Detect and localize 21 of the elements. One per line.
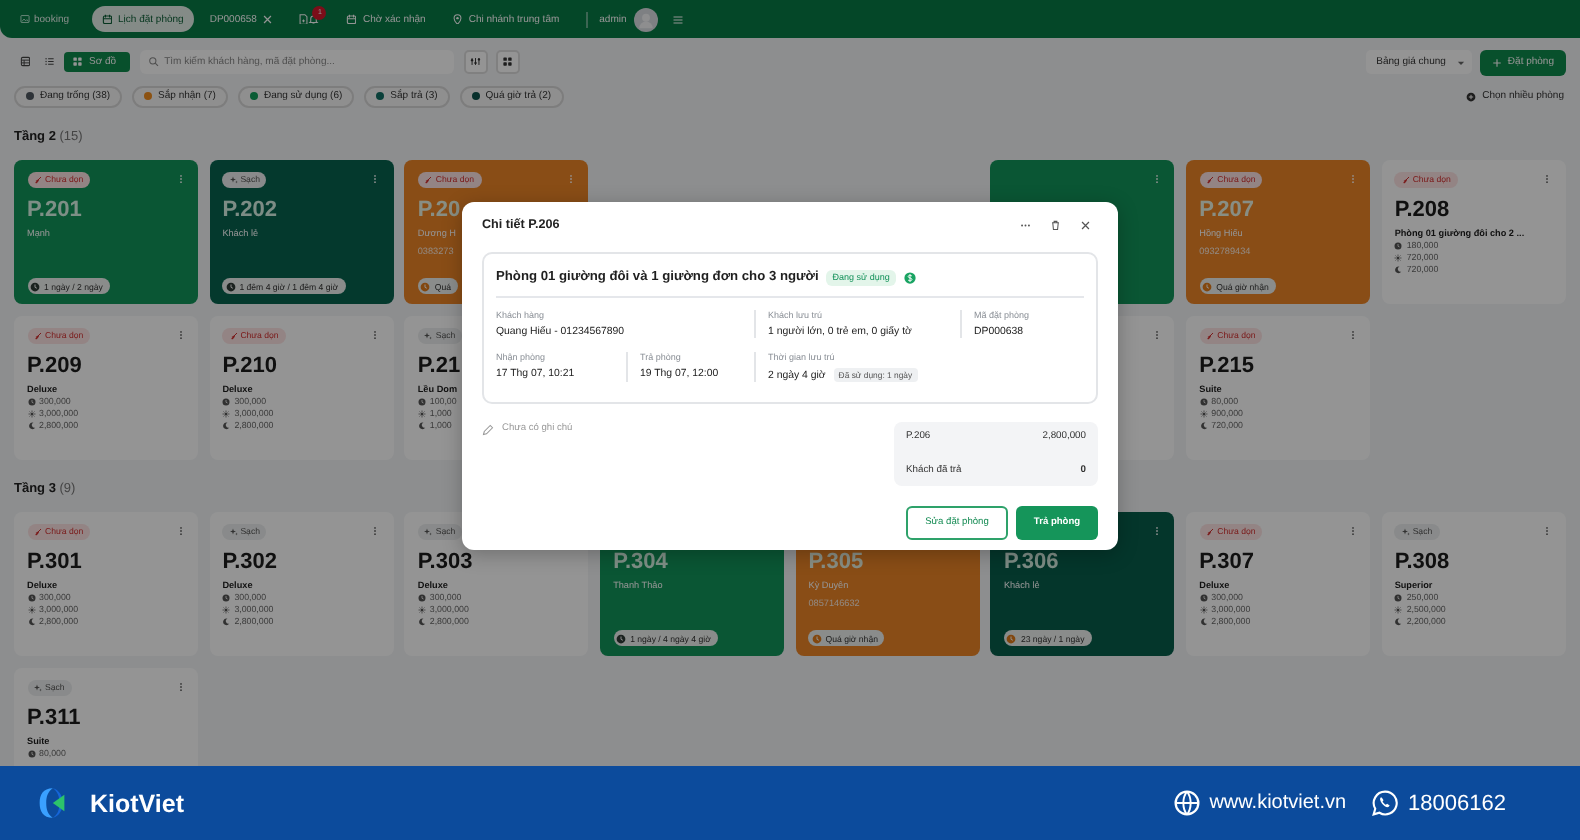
room-number: P.311 — [27, 706, 81, 730]
room-number: P.207 — [1199, 198, 1254, 222]
room-number: P.308 — [1394, 550, 1450, 574]
room-number: P.210 — [222, 354, 278, 378]
room-number: P.20 — [417, 198, 461, 222]
room-number: P.306 — [1003, 550, 1059, 574]
room-number: P.305 — [808, 550, 864, 574]
room-number: P.201 — [27, 198, 82, 222]
room-number: P.304 — [613, 550, 668, 574]
website-text: www.kiotviet.vn — [1209, 792, 1347, 814]
room-number: P.301 — [27, 550, 82, 574]
room-number: P.209 — [27, 354, 82, 378]
phone-text: 18006162 — [1408, 791, 1506, 815]
room-number: P.303 — [417, 550, 473, 574]
room-number: P.307 — [1199, 550, 1254, 574]
room-number: P.21 — [417, 354, 461, 378]
room-number: P.215 — [1199, 354, 1254, 378]
room-number: P.208 — [1394, 198, 1450, 222]
room-number: P.202 — [222, 198, 278, 222]
room-number: P.302 — [222, 550, 278, 574]
brand-name: KiotViet — [90, 789, 184, 817]
